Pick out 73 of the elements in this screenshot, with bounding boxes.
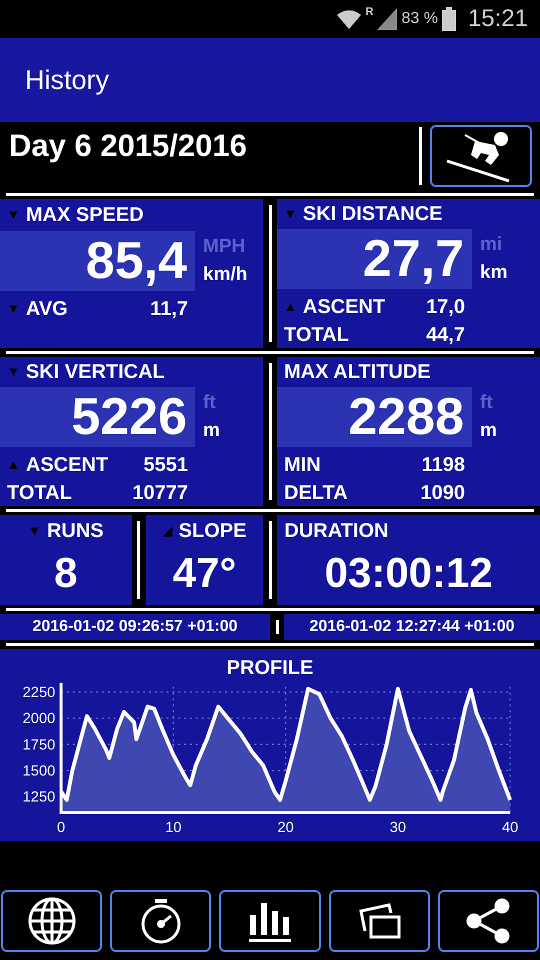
unit-label: km/h [203,263,248,287]
unit-label: mi [480,233,504,257]
marker-icon: ▼ [7,362,20,382]
row-value: 5551 [144,453,188,478]
row-label: DELTA [284,481,348,506]
stat-title: MAX ALTITUDE [284,360,431,385]
row-label: ASCENT [302,295,386,320]
marker-icon: ▲ [7,455,20,475]
unit-label: ft [203,391,217,415]
day-title: Day 6 2015/2016 [8,126,248,165]
battery-label: 83 % [401,9,438,29]
wifi-icon [336,8,362,30]
stat-title: SKI DISTANCE [302,202,443,227]
row-value: 44,7 [426,323,465,348]
summary-title: DURATION [284,519,388,544]
nav-button[interactable] [110,890,212,952]
stat-value: 85,4 [86,235,187,287]
battery-icon [442,7,456,31]
marker-icon: ◢ [162,521,173,541]
timestamp: 2016-01-02 09:26:57 +01:00 [32,617,238,637]
row-value: 10777 [132,481,188,506]
summary-title: RUNS [46,519,104,544]
row-value: 1198 [422,453,465,478]
x-tick-label: 20 [277,820,294,836]
x-tick-label: 10 [165,820,182,836]
marker-icon: ▲ [284,297,297,317]
summary-title: SLOPE [178,519,246,544]
row-value: 11,7 [150,297,188,322]
nav-button[interactable] [219,890,321,952]
marker-icon: ▼ [7,299,20,319]
nav-button[interactable] [1,890,102,952]
stat-value: 27,7 [362,233,464,285]
nav-button[interactable] [438,890,540,952]
row-value: 17,0 [426,295,465,320]
nav-button[interactable] [328,890,430,952]
y-tick-label: 2250 [22,684,56,701]
chart-title: PROFILE [226,656,314,677]
marker-icon: ▼ [284,204,297,224]
unit-label: MPH [203,235,246,259]
marker-icon: ▼ [28,521,41,541]
x-tick-label: 40 [502,820,518,836]
stat-title: SKI VERTICAL [26,360,165,385]
row-label: AVG [26,297,68,322]
row-label: TOTAL [7,481,72,506]
marker-icon: ▼ [7,205,20,225]
unit-label: m [480,419,497,443]
row-label: ASCENT [26,453,108,478]
globe-icon [28,897,76,945]
x-tick-label: 30 [390,820,406,836]
y-tick-label: 1250 [22,790,56,806]
row-label: TOTAL [284,323,349,348]
clock: 15:21 [468,4,528,34]
unit-label: km [480,261,508,285]
stat-value: 2288 [348,391,464,443]
y-tick-label: 1500 [22,763,56,780]
x-tick-label: 0 [57,820,66,836]
signal-icon [377,8,398,30]
timestamp: 2016-01-02 12:27:44 +01:00 [309,617,515,637]
row-label: MIN [284,453,321,478]
unit-label: m [203,419,220,443]
share-icon [464,897,512,945]
stat-value: 5226 [71,391,187,443]
app-bar-title: History [25,64,110,97]
y-tick-label: 1750 [22,737,56,754]
unit-label: ft [480,391,494,415]
summary-value: 03:00:12 [324,548,493,598]
y-tick-label: 2000 [22,711,56,728]
network-label: R [366,5,374,20]
row-value: 1090 [420,481,465,506]
summary-value: 47° [172,548,236,598]
stat-title: MAX SPEED [26,203,144,228]
summary-value: 8 [54,548,78,598]
activity-button[interactable] [430,125,532,187]
